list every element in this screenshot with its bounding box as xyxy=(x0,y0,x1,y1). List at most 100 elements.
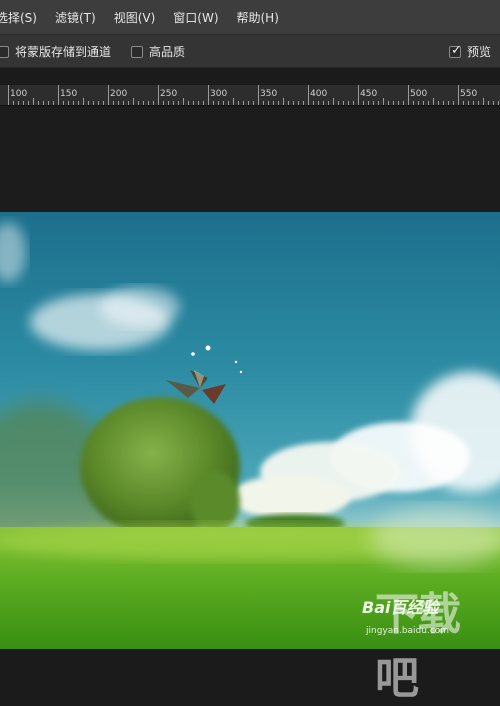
ruler-tick xyxy=(408,85,409,105)
high-quality-checkbox[interactable] xyxy=(131,45,143,58)
ruler-tick xyxy=(333,98,334,105)
watermark-logo: Bai百经验 xyxy=(362,598,439,617)
options-bar: 将蒙版存储到通道 高品质 ✓ 预览 xyxy=(0,35,500,68)
menu-filter[interactable]: 滤镜(T) xyxy=(46,9,105,26)
ruler-tick xyxy=(353,101,354,105)
ruler-tick xyxy=(448,101,449,105)
ruler-tick xyxy=(93,101,94,105)
menu-help[interactable]: 帮助(H) xyxy=(228,9,288,26)
ruler-tick xyxy=(403,101,404,105)
ruler-tick xyxy=(488,101,489,105)
ruler-tick xyxy=(453,101,454,105)
ruler-tick xyxy=(288,101,289,105)
save-mask-label: 将蒙版存储到通道 xyxy=(15,45,112,59)
ruler-tick xyxy=(53,101,54,105)
high-quality-option[interactable]: 高品质 xyxy=(131,43,185,60)
ruler-tick xyxy=(268,101,269,105)
ruler-tick xyxy=(218,101,219,105)
ruler-tick xyxy=(43,101,44,105)
ruler-tick xyxy=(13,101,14,105)
ruler-tick xyxy=(83,98,84,105)
ruler-tick xyxy=(328,101,329,105)
ruler-tick xyxy=(233,98,234,105)
ruler-tick xyxy=(33,98,34,105)
ruler-tick xyxy=(388,101,389,105)
ruler-tick xyxy=(8,85,9,105)
ruler-tick xyxy=(203,101,204,105)
ruler-tick xyxy=(158,85,159,105)
menu-select[interactable]: 选择(S) xyxy=(0,9,46,26)
ruler-label: 550 xyxy=(460,89,478,99)
ruler-tick xyxy=(243,101,244,105)
ruler-label: 300 xyxy=(210,89,228,99)
ruler-tick xyxy=(123,101,124,105)
ruler-tick xyxy=(208,85,209,105)
horizontal-ruler: 100 150 200 250 300 350 400 450 500 550 xyxy=(0,85,500,106)
ruler-tick xyxy=(323,101,324,105)
ruler-tick xyxy=(358,85,359,105)
ruler-tick xyxy=(188,101,189,105)
high-quality-label: 高品质 xyxy=(149,45,186,59)
ruler-tick xyxy=(373,101,374,105)
ruler-tick xyxy=(253,101,254,105)
ruler-label: 150 xyxy=(60,89,78,99)
ruler-tick xyxy=(343,101,344,105)
ruler-tick xyxy=(468,101,469,105)
ruler-tick xyxy=(498,101,499,105)
save-mask-option[interactable]: 将蒙版存储到通道 xyxy=(0,43,111,60)
ruler-tick xyxy=(278,101,279,105)
ruler-tick xyxy=(338,101,339,105)
ruler-tick xyxy=(23,101,24,105)
ruler-tick xyxy=(143,101,144,105)
ruler-tick xyxy=(153,101,154,105)
preview-checkbox[interactable]: ✓ xyxy=(449,43,462,58)
ruler-label: 250 xyxy=(160,89,178,99)
ruler-tick xyxy=(308,85,309,105)
ruler-tick xyxy=(163,101,164,105)
ruler-tick xyxy=(273,101,274,105)
ruler-tick xyxy=(248,101,249,105)
ruler-tick xyxy=(298,101,299,105)
ruler-tick xyxy=(103,101,104,105)
ruler-tick xyxy=(178,101,179,105)
preview-option[interactable]: ✓ 预览 xyxy=(449,43,491,60)
menu-bar: 选择(S) 滤镜(T) 视图(V) 窗口(W) 帮助(H) xyxy=(0,0,500,35)
ruler-tick xyxy=(303,101,304,105)
ruler-tick xyxy=(88,101,89,105)
ruler-tick xyxy=(238,101,239,105)
ruler-tick xyxy=(443,101,444,105)
ruler-tick xyxy=(363,101,364,105)
menu-view[interactable]: 视图(V) xyxy=(105,9,165,26)
ruler-tick xyxy=(478,101,479,105)
ruler-tick xyxy=(368,101,369,105)
ruler-tick xyxy=(113,101,114,105)
ruler-tick xyxy=(413,101,414,105)
ruler-tick xyxy=(48,101,49,105)
ruler-tick xyxy=(63,101,64,105)
ruler-tick xyxy=(133,98,134,105)
ruler-tick xyxy=(148,101,149,105)
ruler-tick xyxy=(473,101,474,105)
ruler-tick xyxy=(198,101,199,105)
ruler-tick xyxy=(463,101,464,105)
ruler-tick xyxy=(258,85,259,105)
ruler-tick xyxy=(493,101,494,105)
ruler-tick xyxy=(78,101,79,105)
save-mask-checkbox[interactable] xyxy=(0,45,9,58)
menu-window[interactable]: 窗口(W) xyxy=(164,9,227,26)
ruler-tick xyxy=(108,85,109,105)
ruler-label: 500 xyxy=(410,89,428,99)
ruler-label: 400 xyxy=(310,89,328,99)
ruler-tick xyxy=(18,101,19,105)
ruler-tick xyxy=(458,85,459,105)
ruler-tick xyxy=(128,101,129,105)
ruler-tick xyxy=(73,101,74,105)
ruler-tick xyxy=(318,101,319,105)
ruler-tick xyxy=(483,98,484,105)
ruler-label: 200 xyxy=(110,89,128,99)
ruler-tick xyxy=(38,101,39,105)
ruler-tick xyxy=(228,101,229,105)
ruler-tick xyxy=(98,101,99,105)
ruler-tick xyxy=(418,101,419,105)
ruler-tick xyxy=(438,101,439,105)
